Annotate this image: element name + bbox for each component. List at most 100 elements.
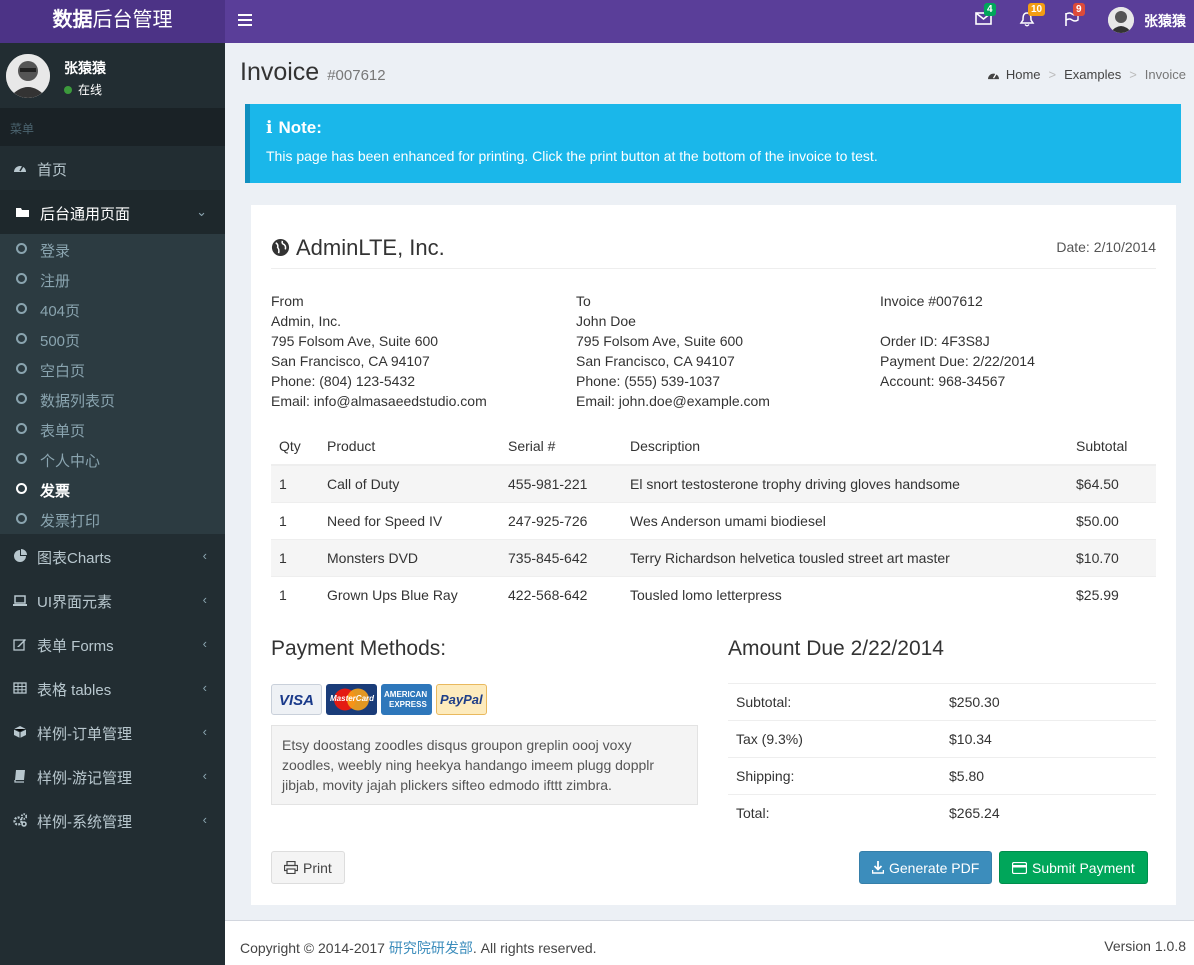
to-city: San Francisco, CA 94107 bbox=[576, 353, 735, 369]
qty-cell: 1 bbox=[271, 501, 319, 539]
qty-cell: 1 bbox=[271, 538, 319, 576]
sidebar-subitem-login[interactable]: 登录 bbox=[0, 234, 225, 264]
sidebar-subitem-label: 发票打印 bbox=[40, 513, 101, 530]
order-id: Order ID: 4F3S8J bbox=[880, 333, 990, 349]
amount-due-title: Amount Due 2/22/2014 bbox=[728, 637, 944, 660]
print-label: Print bbox=[303, 860, 332, 876]
sidebar-item-common-pages[interactable]: 后台通用页面 ⌄ bbox=[0, 190, 225, 234]
serial-cell: 422-568-642 bbox=[500, 575, 622, 613]
circle-icon bbox=[16, 363, 27, 374]
sidebar-item-label: 表单 Forms bbox=[37, 638, 114, 655]
cube-icon bbox=[13, 726, 27, 738]
sidebar-item-ui-elements[interactable]: UI界面元素 ‹ bbox=[0, 578, 225, 622]
sidebar-subitem-register[interactable]: 注册 bbox=[0, 264, 225, 294]
pay-label: Submit Payment bbox=[1032, 860, 1135, 876]
circle-icon bbox=[16, 303, 27, 314]
sidebar-subitem-invoice-print[interactable]: 发票打印 bbox=[0, 504, 225, 534]
sidebar-item-tables[interactable]: 表格 tables ‹ bbox=[0, 666, 225, 710]
avatar bbox=[1108, 7, 1134, 33]
sidebar-subitem-blank[interactable]: 空白页 bbox=[0, 354, 225, 384]
download-icon bbox=[871, 861, 885, 874]
callout-text: This page has been enhanced for printing… bbox=[266, 148, 878, 164]
menu-header: 菜单 bbox=[0, 108, 225, 146]
from-address: From Admin, Inc. 795 Folsom Ave, Suite 6… bbox=[271, 291, 487, 411]
from-phone: Phone: (804) 123-5432 bbox=[271, 373, 415, 389]
circle-icon bbox=[16, 243, 27, 254]
description-cell: Wes Anderson umami biodiesel bbox=[622, 501, 1068, 539]
from-label: From bbox=[271, 293, 304, 309]
totals-value: $250.30 bbox=[941, 683, 1156, 721]
sidebar-subitem-404[interactable]: 404页 bbox=[0, 294, 225, 324]
sidebar-subitem-data-list[interactable]: 数据列表页 bbox=[0, 384, 225, 414]
breadcrumb-examples[interactable]: Examples bbox=[1064, 67, 1121, 82]
callout-heading: ℹ Note: bbox=[266, 118, 1165, 138]
print-button[interactable]: Print bbox=[271, 851, 345, 884]
chevron-left-icon: ‹ bbox=[202, 548, 207, 563]
product-cell: Monsters DVD bbox=[319, 538, 500, 576]
totals-row: Subtotal: $250.30 bbox=[728, 683, 1156, 721]
sidebar-item-forms[interactable]: 表单 Forms ‹ bbox=[0, 622, 225, 666]
sidebar-item-charts[interactable]: 图表Charts ‹ bbox=[0, 534, 225, 578]
circle-icon bbox=[16, 513, 27, 524]
sidebar-toggle-icon[interactable] bbox=[238, 11, 252, 27]
payment-due: Payment Due: 2/22/2014 bbox=[880, 353, 1035, 369]
sidebar-item-system[interactable]: 样例-系统管理 ‹ bbox=[0, 798, 225, 842]
sidebar-item-label: 后台通用页面 bbox=[40, 206, 131, 223]
breadcrumb-separator: > bbox=[1048, 67, 1057, 82]
paypal-card-icon: PayPal bbox=[436, 684, 487, 715]
generate-pdf-button[interactable]: Generate PDF bbox=[859, 851, 993, 884]
sidebar-subitem-invoice[interactable]: 发票 bbox=[0, 474, 225, 504]
invoice-company: AdminLTE, Inc. bbox=[271, 235, 445, 261]
to-name: John Doe bbox=[576, 313, 636, 329]
subtotal-cell: $64.50 bbox=[1068, 464, 1156, 502]
book-icon bbox=[14, 770, 25, 783]
avatar bbox=[6, 54, 50, 98]
copyright-suffix: . All rights reserved. bbox=[472, 940, 597, 956]
user-name: 张猿猿 bbox=[1144, 13, 1186, 29]
laptop-icon bbox=[13, 595, 27, 606]
sidebar-item-label: 样例-系统管理 bbox=[37, 814, 132, 831]
dashboard-icon bbox=[987, 73, 999, 80]
sidebar-subitem-label: 个人中心 bbox=[40, 453, 101, 470]
circle-icon bbox=[16, 423, 27, 434]
sidebar-item-home[interactable]: 首页 bbox=[0, 146, 225, 190]
breadcrumb-home[interactable]: Home bbox=[1006, 67, 1041, 82]
submit-payment-button[interactable]: Submit Payment bbox=[999, 851, 1148, 884]
sidebar-item-orders[interactable]: 样例-订单管理 ‹ bbox=[0, 710, 225, 754]
brand-logo[interactable]: 数据后台管理 bbox=[0, 0, 225, 43]
sidebar-subitem-profile[interactable]: 个人中心 bbox=[0, 444, 225, 474]
meta-spacer bbox=[880, 311, 1035, 331]
info-callout: ℹ Note: This page has been enhanced for p… bbox=[245, 104, 1181, 183]
callout-title: Note: bbox=[278, 118, 322, 137]
from-email: Email: info@almasaeedstudio.com bbox=[271, 393, 487, 409]
table-row: 1 Monsters DVD 735-845-642 Terry Richard… bbox=[271, 538, 1156, 576]
subtotal-cell: $50.00 bbox=[1068, 501, 1156, 539]
sidebar-subitem-500[interactable]: 500页 bbox=[0, 324, 225, 354]
breadcrumb-separator: > bbox=[1129, 67, 1137, 82]
company-name: AdminLTE, Inc. bbox=[296, 235, 445, 260]
globe-icon bbox=[271, 238, 290, 257]
sidebar-item-label: 表格 tables bbox=[37, 682, 112, 699]
chevron-down-icon: ⌄ bbox=[196, 204, 207, 219]
status-dot-icon bbox=[64, 86, 72, 94]
payment-methods-title: Payment Methods: bbox=[271, 637, 447, 660]
tasks-button[interactable]: 9 bbox=[1064, 3, 1085, 32]
sidebar-user-name: 张猿猿 bbox=[64, 60, 106, 76]
invoice-date: Date: 2/10/2014 bbox=[1056, 239, 1156, 255]
content-header: Invoice #007612 bbox=[240, 58, 386, 87]
column-header: Description bbox=[622, 427, 1068, 466]
sidebar-item-travel[interactable]: 样例-游记管理 ‹ bbox=[0, 754, 225, 798]
sidebar-subitem-form[interactable]: 表单页 bbox=[0, 414, 225, 444]
chevron-left-icon: ‹ bbox=[202, 812, 207, 827]
product-cell: Grown Ups Blue Ray bbox=[319, 575, 500, 613]
credit-card-icon bbox=[1011, 861, 1028, 875]
sidebar-item-label: 首页 bbox=[37, 162, 68, 179]
org-link[interactable]: 研究院研发部 bbox=[389, 940, 473, 956]
invoice-number: Invoice #007612 bbox=[880, 293, 983, 309]
circle-icon bbox=[16, 453, 27, 464]
messages-button[interactable]: 4 bbox=[975, 3, 996, 32]
version-text: Version 1.0.8 bbox=[1104, 938, 1186, 954]
totals-label: Subtotal: bbox=[728, 683, 941, 721]
totals-row: Total: $265.24 bbox=[728, 794, 1156, 832]
notifications-button[interactable]: 10 bbox=[1019, 3, 1046, 32]
